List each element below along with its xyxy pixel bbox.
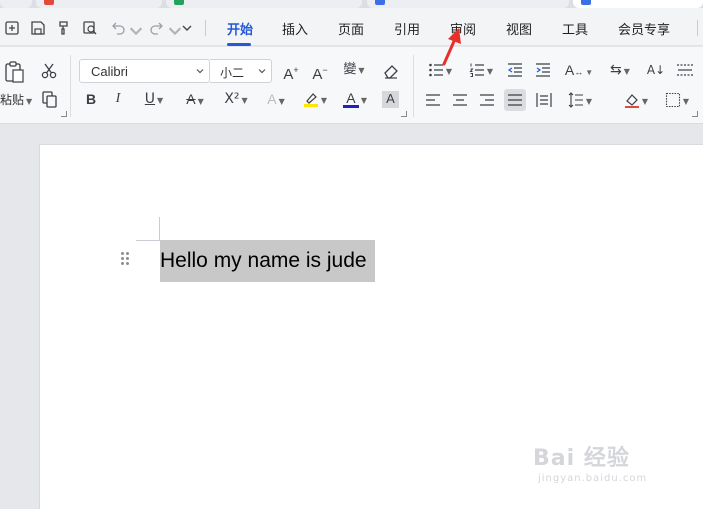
baidu-jingyan-watermark: Bai 经验 jingyan.baidu.com — [533, 440, 646, 484]
strikethrough-icon[interactable]: A ▼ — [181, 91, 209, 110]
italic-button[interactable]: I — [112, 91, 124, 107]
underline-button[interactable]: U ▼ — [140, 91, 168, 109]
font-group-launcher[interactable] — [401, 111, 407, 117]
menu-bar: 开始 插入 页面 引用 审阅 视图 工具 会员专享 — [0, 8, 703, 46]
numbered-list-icon[interactable]: ▼ — [466, 62, 496, 80]
watermark-url: jingyan.baidu.com — [538, 473, 648, 484]
document-tab[interactable] — [0, 0, 32, 8]
chevron-down-icon: ▼ — [241, 96, 248, 105]
document-paragraph[interactable]: Hello my name is jude — [160, 240, 375, 282]
superscript-label: X² — [224, 91, 240, 107]
tab-view[interactable]: 视图 — [506, 19, 532, 38]
sort-icon[interactable]: A↓ — [646, 62, 666, 78]
active-tab-indicator — [227, 43, 251, 46]
distribute-icon[interactable] — [536, 92, 552, 108]
bold-button[interactable]: B — [84, 91, 98, 107]
paragraph-group-launcher[interactable] — [692, 111, 698, 117]
character-shading-icon[interactable]: A — [382, 91, 399, 108]
document-tab-pdf[interactable] — [36, 0, 162, 8]
tab-page[interactable]: 页面 — [338, 19, 364, 38]
print-preview-icon[interactable] — [81, 19, 99, 37]
shading-icon[interactable]: ▼ — [621, 92, 651, 110]
eraser-icon[interactable] — [382, 62, 400, 80]
menu-separator — [697, 20, 698, 36]
chevron-down-icon: ▼ — [26, 97, 33, 106]
show-marks-icon[interactable] — [676, 63, 694, 77]
decrease-indent-icon[interactable] — [507, 62, 523, 78]
format-painter-icon[interactable] — [55, 19, 73, 37]
new-icon[interactable] — [3, 19, 21, 37]
text-effect-label: A — [267, 91, 277, 107]
redo-icon[interactable] — [148, 19, 166, 37]
ribbon-separator — [413, 55, 414, 117]
chevron-down-icon: ▼ — [157, 96, 164, 105]
watermark-logo: Bai 经验 — [533, 446, 630, 471]
document-tab-active[interactable] — [573, 0, 703, 8]
tab-insert[interactable]: 插入 — [282, 19, 308, 38]
tab-references[interactable]: 引用 — [394, 19, 420, 38]
menu-separator — [205, 20, 206, 36]
borders-icon[interactable]: ▼ — [662, 92, 692, 110]
undo-dropdown-icon[interactable] — [127, 21, 143, 39]
phonetic-guide-icon[interactable]: 變 ▼ — [339, 62, 369, 79]
font-name-value: Calibri — [91, 64, 128, 79]
paste-label: 粘贴 — [0, 93, 25, 107]
document-tab-doc[interactable] — [367, 0, 569, 8]
align-center-icon[interactable] — [452, 92, 468, 108]
text-effect-icon[interactable]: A ▼ — [261, 91, 291, 110]
cut-icon[interactable] — [40, 62, 58, 80]
redo-dropdown-icon[interactable] — [166, 21, 182, 39]
undo-icon[interactable] — [109, 19, 127, 37]
customize-quick-access-icon[interactable] — [178, 19, 196, 37]
chevron-down-icon — [258, 69, 266, 74]
document-tab-sheet[interactable] — [166, 0, 362, 8]
drag-handle-icon[interactable] — [121, 252, 129, 266]
text-direction-icon[interactable]: A↔ ▼ — [564, 62, 594, 81]
font-size-select[interactable]: 小二 — [210, 59, 272, 83]
annotation-arrow-icon — [442, 28, 461, 66]
paste-button[interactable]: 粘贴 ▼ — [0, 91, 32, 108]
margin-marker — [159, 217, 160, 241]
justify-icon[interactable] — [504, 89, 526, 111]
tab-membership[interactable]: 会员专享 — [618, 19, 670, 38]
tab-home[interactable]: 开始 — [227, 19, 253, 38]
line-spacing-icon[interactable]: ▼ — [565, 92, 595, 110]
margin-marker — [136, 240, 160, 241]
align-left-icon[interactable] — [425, 92, 441, 108]
font-color-icon[interactable]: A ▼ — [340, 91, 370, 109]
ribbon-separator — [70, 55, 71, 117]
paste-icon[interactable] — [3, 60, 25, 84]
shrink-font-icon[interactable]: A− — [311, 62, 329, 83]
underline-label: U — [144, 91, 156, 107]
grow-font-icon[interactable]: A+ — [282, 62, 300, 83]
save-icon[interactable] — [29, 19, 47, 37]
tab-tools[interactable]: 工具 — [562, 19, 588, 38]
highlight-icon[interactable]: ▼ — [300, 91, 330, 109]
ribbon-home: 粘贴 ▼ Calibri 小二 A+ A− 變 ▼ B I U ▼ A ▼ X² ▼ A ▼… — [0, 47, 703, 124]
font-size-value: 小二 — [220, 66, 245, 80]
document-tab-strip — [0, 0, 703, 8]
clipboard-group-launcher[interactable] — [61, 111, 67, 117]
align-right-icon[interactable] — [479, 92, 495, 108]
increase-indent-icon[interactable] — [535, 62, 551, 78]
chevron-down-icon — [196, 69, 204, 74]
superscript-button[interactable]: X² ▼ — [221, 91, 251, 109]
font-name-select[interactable]: Calibri — [79, 59, 210, 83]
copy-icon[interactable] — [40, 90, 58, 108]
sort-paragraph-icon[interactable]: ⇆ ▼ — [606, 62, 634, 80]
